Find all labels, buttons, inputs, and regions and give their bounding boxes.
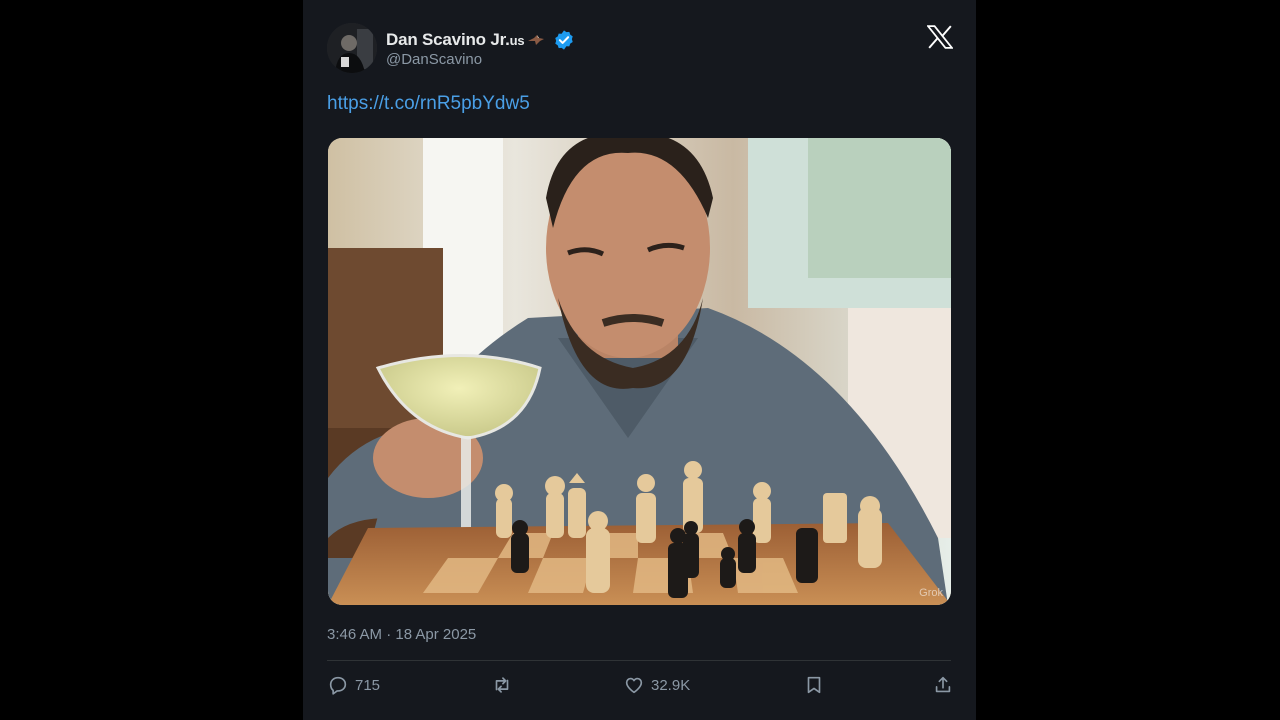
eagle-icon xyxy=(528,35,545,45)
author-flag-code: us xyxy=(509,32,525,48)
avatar[interactable] xyxy=(327,23,377,73)
tweet-timestamp[interactable]: 3:46 AM · 18 Apr 2025 xyxy=(327,626,476,643)
retweet-icon xyxy=(495,677,509,693)
avatar-image xyxy=(327,23,377,73)
share-icon xyxy=(935,676,951,693)
author-display-name[interactable]: Dan Scavino Jr. xyxy=(386,30,510,50)
bookmark-icon xyxy=(807,676,821,694)
divider xyxy=(327,660,951,661)
retweet-button[interactable] xyxy=(491,672,519,698)
author-name-row[interactable]: Dan Scavino Jr. us xyxy=(386,29,575,51)
tweet-link[interactable]: https://t.co/rnR5pbYdw5 xyxy=(327,93,530,115)
like-icon xyxy=(625,677,643,694)
tweet-card: Dan Scavino Jr. us @DanScavino https://t… xyxy=(303,0,976,720)
share-button[interactable] xyxy=(932,672,954,698)
author-handle[interactable]: @DanScavino xyxy=(386,51,482,68)
chess-player-photo xyxy=(328,138,951,605)
verified-badge-icon xyxy=(555,30,574,50)
action-bar: 715 32.9K xyxy=(327,672,957,698)
tweet-media-image[interactable]: Grok xyxy=(328,138,951,605)
x-logo-icon[interactable] xyxy=(927,25,953,49)
like-count: 32.9K xyxy=(651,676,691,694)
reply-icon xyxy=(329,676,347,695)
reply-count: 715 xyxy=(355,676,381,694)
reply-button[interactable]: 715 xyxy=(327,672,380,698)
bookmark-button[interactable] xyxy=(803,672,825,698)
like-button[interactable]: 32.9K xyxy=(623,672,690,698)
grok-watermark: Grok xyxy=(919,587,943,599)
